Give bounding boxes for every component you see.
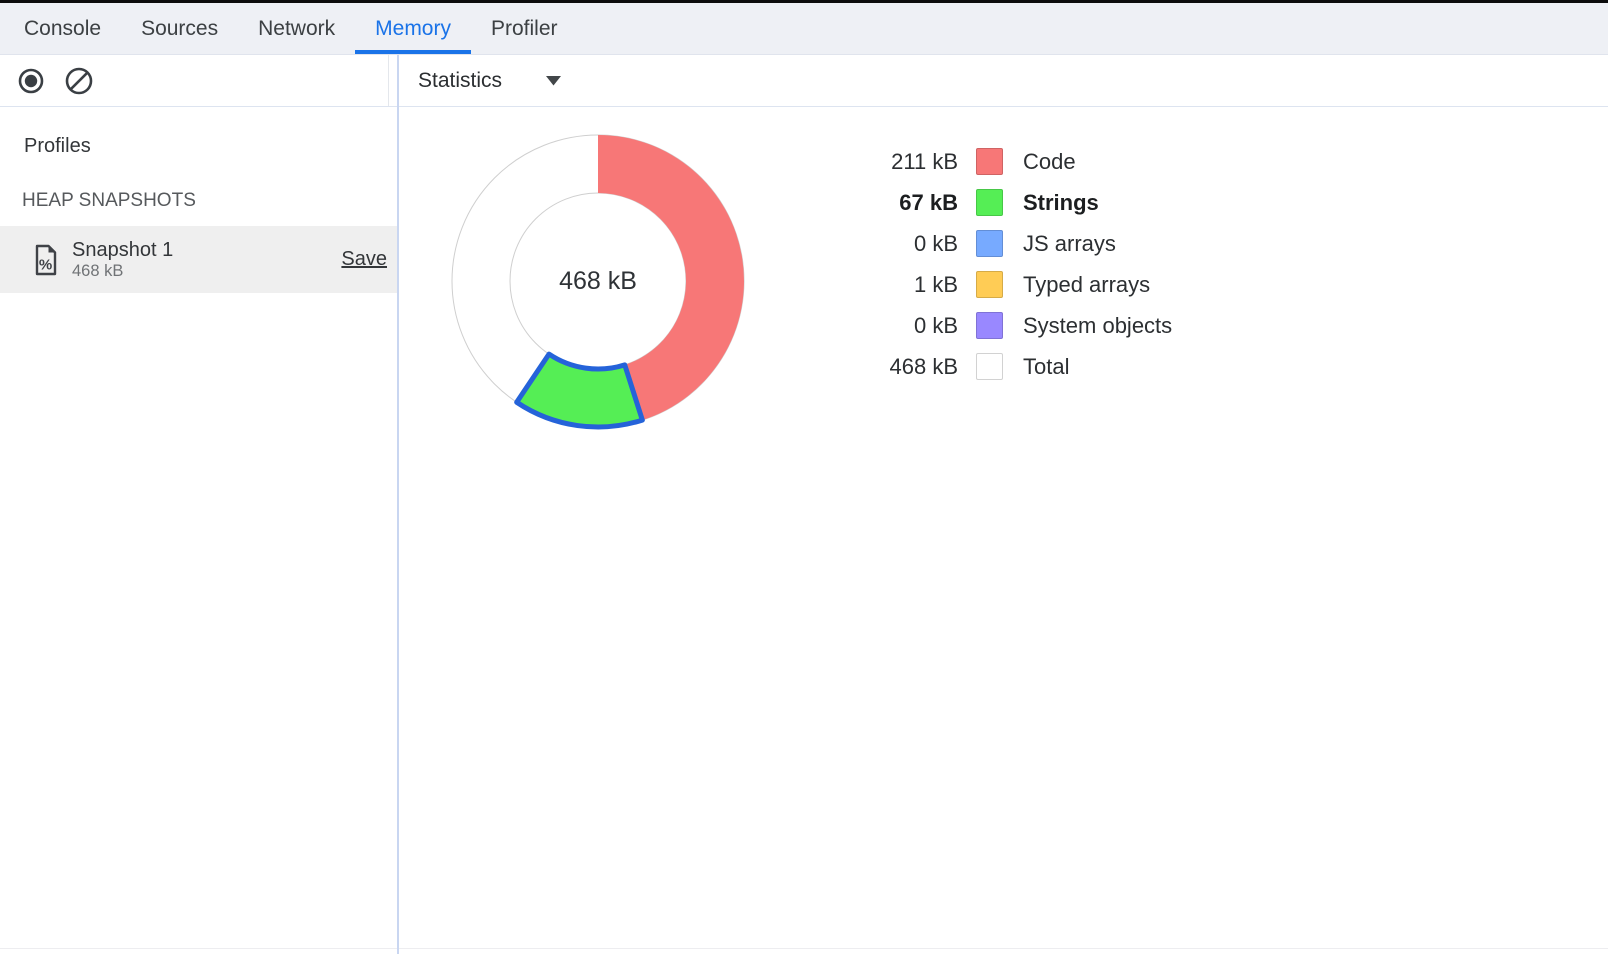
legend-label: Total (1023, 354, 1069, 380)
statistics-view: 468 kB 211 kB Code 67 kB Strings 0 kB JS arra… (397, 108, 1608, 954)
tab-console[interactable]: Console (4, 3, 121, 54)
save-snapshot-link[interactable]: Save (341, 248, 387, 271)
snapshot-text: Snapshot 1 468 kB (72, 238, 173, 281)
tab-bar: ConsoleSourcesNetworkMemoryProfiler (0, 3, 1608, 55)
snapshot-subtitle: 468 kB (72, 262, 173, 281)
clear-icon (64, 66, 94, 96)
legend-value: 211 kB (838, 149, 958, 175)
sidebar-item-snapshot-1[interactable]: % Snapshot 1 468 kB Save (0, 226, 397, 293)
record-icon (17, 67, 45, 95)
legend-row-total[interactable]: 468 kB Total (838, 346, 1172, 387)
view-toolbar: Statistics (389, 55, 1608, 106)
snapshot-title: Snapshot 1 (72, 238, 173, 262)
legend-value: 1 kB (838, 272, 958, 298)
perspective-select[interactable]: Statistics (418, 69, 561, 93)
clear-all-profiles-button[interactable] (64, 66, 94, 96)
tab-network[interactable]: Network (238, 3, 355, 54)
tab-sources[interactable]: Sources (121, 3, 238, 54)
tab-memory[interactable]: Memory (355, 3, 471, 54)
heap-snapshots-section-heading: HEAP SNAPSHOTS (22, 189, 397, 213)
profiles-heading: Profiles (24, 134, 397, 158)
heap-statistics-donut-chart[interactable] (428, 111, 768, 451)
profiles-sidebar: Profiles HEAP SNAPSHOTS % Snapshot 1 468… (0, 108, 397, 954)
legend-value: 0 kB (838, 313, 958, 339)
legend-swatch-icon (976, 312, 1003, 339)
legend-label: System objects (1023, 313, 1172, 339)
legend-row-typed-arrays[interactable]: 1 kB Typed arrays (838, 264, 1172, 305)
legend-swatch-icon (976, 271, 1003, 298)
legend-row-js-arrays[interactable]: 0 kB JS arrays (838, 223, 1172, 264)
legend-value: 0 kB (838, 231, 958, 257)
panel-separator[interactable] (397, 55, 399, 954)
legend-swatch-icon (976, 148, 1003, 175)
legend-label: JS arrays (1023, 231, 1116, 257)
legend-row-system-objects[interactable]: 0 kB System objects (838, 305, 1172, 346)
svg-text:%: % (39, 256, 52, 273)
legend-label: Code (1023, 149, 1076, 175)
donut-slice-strings[interactable] (517, 354, 643, 427)
heap-snapshot-file-icon: % (33, 244, 59, 276)
legend-swatch-icon (976, 353, 1003, 380)
profiles-toolbar (0, 55, 389, 106)
tab-profiler[interactable]: Profiler (471, 3, 578, 54)
legend-value: 468 kB (838, 354, 958, 380)
dropdown-arrow-icon (546, 76, 561, 86)
perspective-select-value: Statistics (418, 69, 502, 93)
memory-panel-content: Profiles HEAP SNAPSHOTS % Snapshot 1 468… (0, 108, 1608, 954)
legend-row-code[interactable]: 211 kB Code (838, 141, 1172, 182)
legend-label: Strings (1023, 190, 1099, 216)
legend-label: Typed arrays (1023, 272, 1150, 298)
chart-legend: 211 kB Code 67 kB Strings 0 kB JS arrays 1 kB T… (838, 141, 1172, 387)
legend-swatch-icon (976, 189, 1003, 216)
donut-ring-outline (510, 193, 686, 369)
toolbar: Statistics (0, 55, 1608, 107)
legend-swatch-icon (976, 230, 1003, 257)
legend-value: 67 kB (838, 190, 958, 216)
window-bottom-edge (0, 948, 1608, 949)
legend-row-strings[interactable]: 67 kB Strings (838, 182, 1172, 223)
record-heap-snapshot-button[interactable] (17, 67, 45, 95)
